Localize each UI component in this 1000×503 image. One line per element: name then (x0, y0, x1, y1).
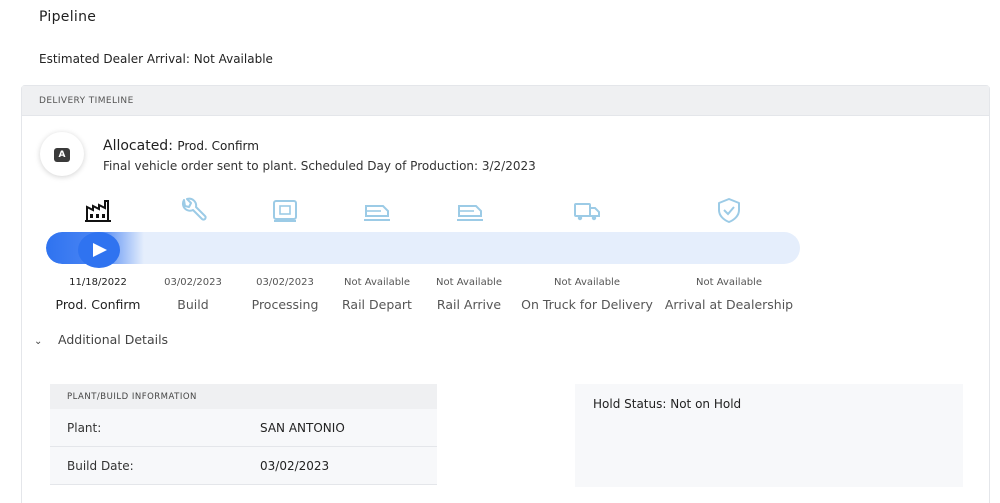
additional-details-toggle[interactable]: ⌄ Additional Details (34, 332, 168, 347)
page-title: Pipeline (39, 9, 97, 25)
shield-check-icon (715, 197, 743, 223)
status-badge-letter: A (54, 148, 70, 162)
build-date-key: Build Date: (67, 459, 134, 473)
hold-status-card: Hold Status: Not on Hold (575, 384, 963, 487)
wrench-icon (179, 197, 207, 223)
status-line: Allocated: Prod. Confirm (103, 138, 259, 154)
step-date-arrival: Not Available (696, 277, 762, 288)
truck-icon (573, 197, 601, 223)
plant-value: SAN ANTONIO (260, 421, 345, 435)
plant-key: Plant: (67, 421, 102, 435)
timeline-progress-track (46, 232, 800, 264)
status-main: Allocated: (103, 138, 173, 154)
delivery-timeline-card: DELIVERY TIMELINE A Allocated: Prod. Con… (21, 85, 990, 503)
estimated-dealer-arrival: Estimated Dealer Arrival: Not Available (39, 52, 273, 66)
hold-status-text: Hold Status: Not on Hold (593, 397, 742, 411)
status-sub: Prod. Confirm (177, 139, 259, 153)
delivery-timeline-header: DELIVERY TIMELINE (22, 86, 989, 116)
status-description: Final vehicle order sent to plant. Sched… (103, 159, 536, 173)
rail-depart-icon (363, 197, 391, 223)
eda-label: Estimated Dealer Arrival: (39, 52, 190, 66)
chevron-down-icon: ⌄ (34, 336, 43, 347)
table-row: Build Date: 03/02/2023 (50, 447, 437, 485)
table-row: Plant: SAN ANTONIO (50, 409, 437, 447)
factory-icon (84, 197, 112, 223)
build-date-value: 03/02/2023 (260, 459, 330, 473)
eda-value: Not Available (193, 52, 273, 66)
rail-arrive-icon (456, 197, 484, 223)
step-label-arrival: Arrival at Dealership (664, 297, 794, 312)
processing-icon (271, 197, 299, 223)
step-date-rail-arrive: Not Available (436, 277, 502, 288)
timeline-play-button[interactable] (78, 232, 120, 268)
additional-details-label: Additional Details (58, 332, 169, 347)
status-badge: A (40, 132, 84, 176)
step-label-on-truck: On Truck for Delivery (521, 297, 653, 312)
plant-build-info-header: PLANT/BUILD INFORMATION (50, 384, 437, 409)
plant-build-info-card: PLANT/BUILD INFORMATION Plant: SAN ANTON… (50, 384, 437, 503)
play-icon (93, 243, 107, 257)
step-date-on-truck: Not Available (554, 277, 620, 288)
